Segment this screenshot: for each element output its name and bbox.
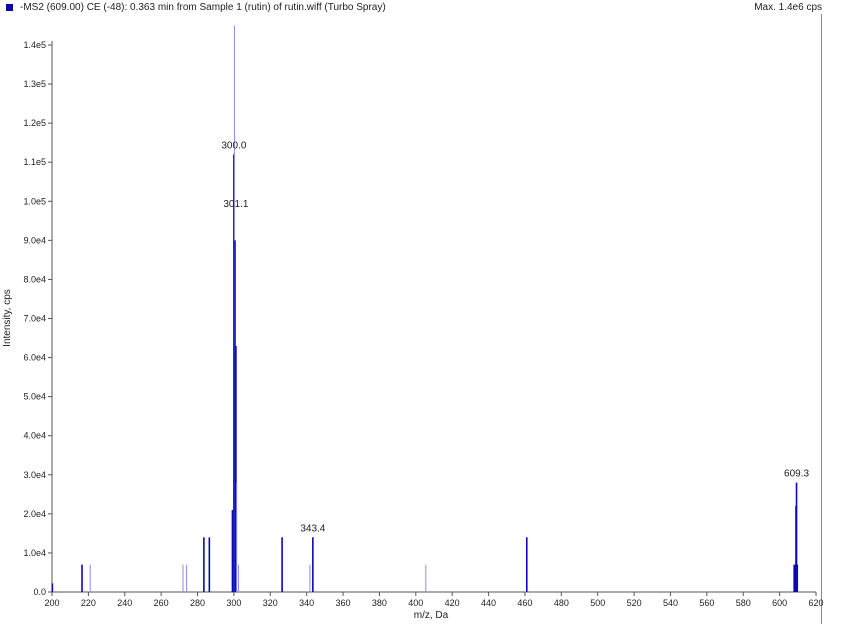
x-tick-label: 260 <box>154 598 169 608</box>
y-tick-label: 1.3e5 <box>23 79 46 89</box>
x-tick-label: 280 <box>190 598 205 608</box>
y-axis-label: Intensity, cps <box>2 289 13 347</box>
x-tick-label: 580 <box>736 598 751 608</box>
peak-label: 609.3 <box>784 469 809 480</box>
y-tick-label: 0.0 <box>33 587 46 597</box>
mass-spectrum-chart[interactable]: 0.0 1.0e4 2.0e4 3.0e4 4.0e4 5.0e4 6.0e4 7.0e4 8.… <box>0 0 842 641</box>
spectrum-window: -MS2 (609.00) CE (-48): 0.363 min from S… <box>0 0 842 641</box>
peak-label: 343.4 <box>300 523 325 534</box>
x-tick-label: 600 <box>772 598 787 608</box>
x-axis-label: m/z, Da <box>414 610 449 621</box>
y-tick-label: 1.4e5 <box>23 40 46 50</box>
chart-annotations: 300.0 301.1 343.4 609.3 <box>221 140 809 534</box>
y-tick-label: 7.0e4 <box>23 314 46 324</box>
x-tick-label: 380 <box>372 598 387 608</box>
x-tick-label: 240 <box>117 598 132 608</box>
x-tick-label: 360 <box>336 598 351 608</box>
y-tick-label: 3.0e4 <box>23 470 46 480</box>
y-tick-label: 6.0e4 <box>23 353 46 363</box>
x-tick-label: 520 <box>627 598 642 608</box>
peak-label: 300.0 <box>221 140 246 151</box>
y-tick-label: 2.0e4 <box>23 509 46 519</box>
y-tick-label: 9.0e4 <box>23 235 46 245</box>
y-tick-label: 1.1e5 <box>23 157 46 167</box>
x-tick-label: 200 <box>44 598 59 608</box>
peak-label: 301.1 <box>223 199 248 210</box>
x-tick-label: 400 <box>408 598 423 608</box>
x-tick-label: 440 <box>481 598 496 608</box>
x-tick-label: 320 <box>263 598 278 608</box>
x-tick-label: 460 <box>517 598 532 608</box>
x-tick-label: 420 <box>445 598 460 608</box>
x-tick-label: 340 <box>299 598 314 608</box>
x-tick-label: 300 <box>226 598 241 608</box>
x-tick-label: 480 <box>554 598 569 608</box>
y-tick-label: 1.2e5 <box>23 118 46 128</box>
x-tick-label: 500 <box>590 598 605 608</box>
y-tick-label: 1.0e4 <box>23 548 46 558</box>
chart-peaks <box>51 25 799 592</box>
y-tick-label: 8.0e4 <box>23 274 46 284</box>
y-tick-label: 4.0e4 <box>23 431 46 441</box>
x-tick-label: 620 <box>808 598 823 608</box>
y-tick-label: 1.0e5 <box>23 196 46 206</box>
x-tick-label: 540 <box>663 598 678 608</box>
x-tick-label: 560 <box>699 598 714 608</box>
chart-axes: 0.0 1.0e4 2.0e4 3.0e4 4.0e4 5.0e4 6.0e4 7.0e4 8.… <box>23 40 823 608</box>
x-tick-label: 220 <box>81 598 96 608</box>
y-tick-label: 5.0e4 <box>23 392 46 402</box>
